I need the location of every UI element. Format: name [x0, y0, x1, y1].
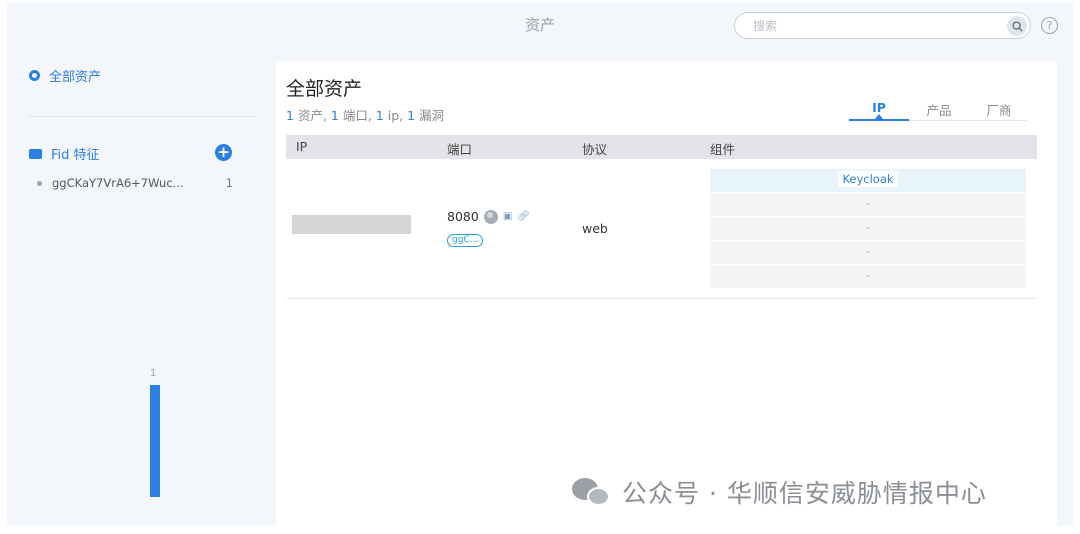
- asset-summary: 1 资产, 1 端口, 1 ip, 1 漏洞: [286, 105, 444, 124]
- port-cell: 8080 ▣ 🔗︎: [447, 209, 530, 224]
- app-frame: 资产 ? 全部资产 Fid 特征 + ggCKaY7VrA6+7Wuc... 1…: [7, 2, 1073, 526]
- protocol-cell: web: [582, 221, 608, 236]
- assets-panel: 全部资产 1 资产, 1 端口, 1 ip, 1 漏洞 IP 产品 厂商 IP …: [276, 61, 1057, 526]
- tab-ip[interactable]: IP: [849, 100, 909, 115]
- bullet-icon: [37, 180, 42, 186]
- ip-cell-redacted[interactable]: [292, 215, 411, 234]
- fid-tag[interactable]: ggC...: [447, 234, 484, 247]
- fid-section-label: Fid 特征: [51, 148, 100, 163]
- view-tabs: IP 产品 厂商: [849, 97, 1027, 121]
- component-item: -: [710, 265, 1026, 288]
- fid-list-item[interactable]: ggCKaY7VrA6+7Wuc... 1: [37, 176, 233, 190]
- help-icon[interactable]: ?: [1041, 17, 1058, 34]
- sidebar-divider: [29, 116, 255, 117]
- ports-label: 端口,: [342, 108, 376, 123]
- component-item: -: [710, 217, 1026, 240]
- wechat-icon: [572, 476, 612, 508]
- ports-count: 1: [330, 108, 339, 123]
- fid-item-name: ggCKaY7VrA6+7Wuc...: [52, 176, 184, 190]
- link-icon[interactable]: 🔗︎: [517, 211, 530, 222]
- table-header: IP 端口 协议 组件: [286, 135, 1037, 159]
- target-icon: [29, 70, 40, 81]
- component-item: -: [710, 193, 1026, 216]
- assets-count: 1: [286, 108, 294, 123]
- fid-item-count: 1: [225, 176, 233, 190]
- watermark: 公众号 · 华顺信安威胁情报中心: [572, 474, 987, 510]
- cert-icon[interactable]: ▣: [503, 211, 512, 222]
- column-header-protocol: 协议: [582, 142, 608, 157]
- chart-bar-label: 1: [150, 368, 157, 379]
- sidebar-fid-section[interactable]: Fid 特征: [29, 144, 100, 163]
- assets-label: 资产,: [297, 108, 331, 123]
- search-input[interactable]: [753, 17, 993, 35]
- add-fid-button[interactable]: +: [215, 144, 232, 161]
- vuln-label: 漏洞: [419, 108, 445, 123]
- search-box[interactable]: [734, 12, 1031, 39]
- column-header-component: 组件: [710, 142, 736, 157]
- component-badge[interactable]: Keycloak: [838, 171, 898, 187]
- tab-caret-icon: [875, 114, 883, 119]
- ip-label: ip,: [387, 108, 408, 123]
- globe-icon[interactable]: [483, 209, 498, 224]
- watermark-text: 公众号 · 华顺信安威胁情报中心: [622, 479, 987, 508]
- vuln-count: 1: [407, 108, 416, 123]
- header: 资产 ?: [7, 2, 1073, 52]
- sidebar-item-all-assets[interactable]: 全部资产: [29, 66, 101, 85]
- chart-bar: [150, 385, 160, 497]
- active-tab-indicator: [849, 119, 909, 121]
- tab-vendor[interactable]: 厂商: [969, 100, 1029, 119]
- port-value[interactable]: 8080: [447, 209, 479, 224]
- search-icon: [1011, 20, 1023, 32]
- component-list: Keycloak - - - -: [710, 169, 1026, 289]
- tab-product[interactable]: 产品: [909, 100, 969, 119]
- sidebar-item-label: 全部资产: [49, 70, 102, 85]
- column-header-ip: IP: [296, 139, 308, 154]
- panel-title: 全部资产: [286, 78, 363, 100]
- fid-card-icon: [29, 148, 42, 159]
- search-button[interactable]: [1007, 16, 1027, 36]
- column-header-port: 端口: [447, 142, 473, 157]
- ip-count: 1: [375, 108, 384, 123]
- component-item: Keycloak: [710, 169, 1026, 192]
- table-row[interactable]: 8080 ▣ 🔗︎ ggC... web Keycloak - - - -: [286, 159, 1037, 299]
- component-item: -: [710, 241, 1026, 264]
